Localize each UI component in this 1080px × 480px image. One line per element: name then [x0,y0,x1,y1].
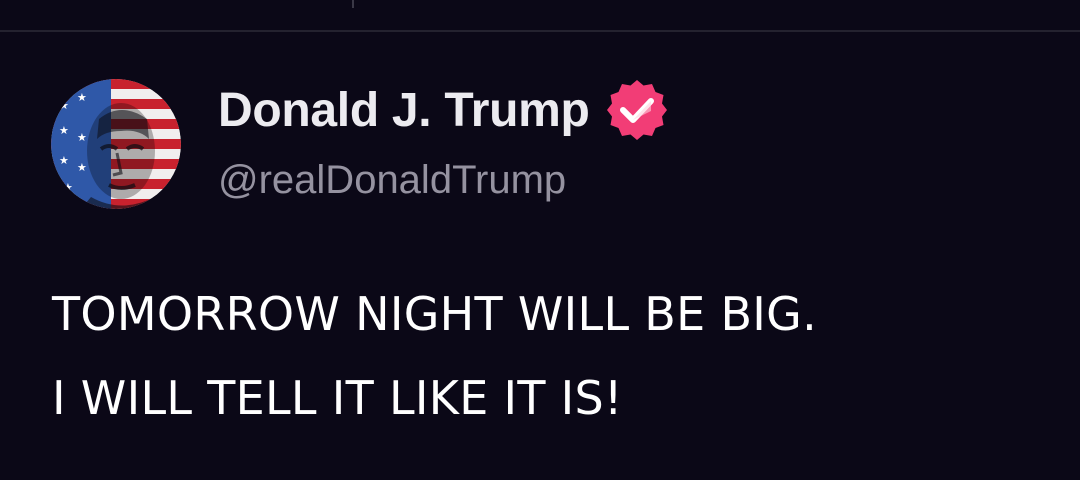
post-card: ★ ★ ★ ★ ★ ★ ★ Donald J. Trump @realDonal… [0,32,1080,480]
svg-text:★: ★ [59,154,69,167]
author-handle[interactable]: @realDonaldTrump [218,158,566,203]
post-body: TOMORROW NIGHT WILL BE BIG. I WILL TELL … [52,272,1062,440]
svg-text:★: ★ [77,91,87,104]
author-name-row: Donald J. Trump [218,80,670,140]
svg-text:★: ★ [63,181,73,194]
svg-text:★: ★ [77,131,87,144]
flag-portrait-avatar: ★ ★ ★ ★ ★ ★ ★ [51,79,181,209]
verified-badge-icon [604,77,670,143]
post-text-line: I WILL TELL IT LIKE IT IS! [52,371,623,425]
top-divider-tick [352,0,354,8]
author-avatar[interactable]: ★ ★ ★ ★ ★ ★ ★ [51,79,181,209]
author-display-name[interactable]: Donald J. Trump [218,83,590,138]
svg-text:★: ★ [59,124,69,137]
post-text-line: TOMORROW NIGHT WILL BE BIG. [52,287,818,341]
svg-text:★: ★ [59,99,69,112]
svg-text:★: ★ [77,161,87,174]
